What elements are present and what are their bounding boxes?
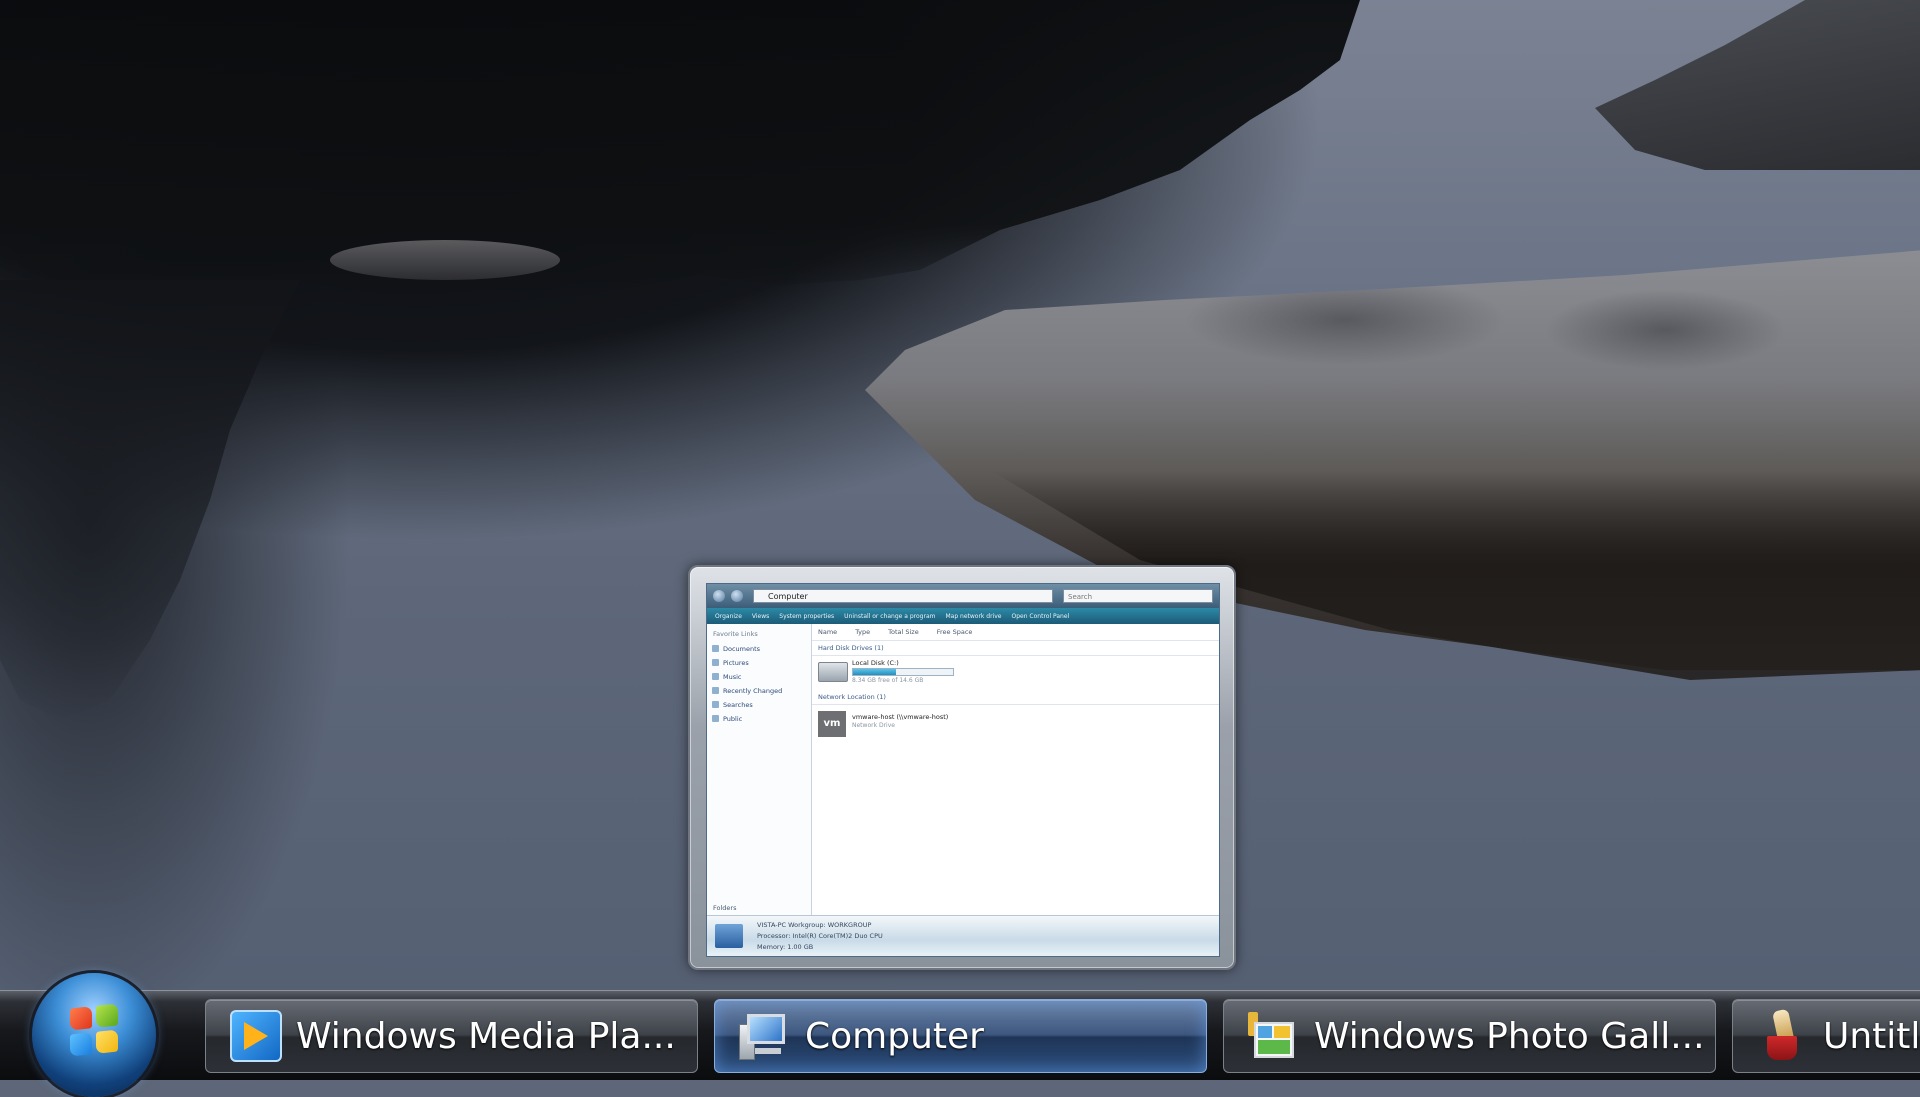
preview-column-header: Name bbox=[818, 628, 838, 636]
wallpaper-stone bbox=[330, 240, 560, 280]
preview-network-name: vmware-host (\\vmware-host) bbox=[852, 713, 949, 721]
taskbar-thumbnail-preview[interactable]: Computer Search Organize Views System pr… bbox=[688, 565, 1236, 970]
computer-icon bbox=[739, 1010, 791, 1062]
taskbar-button-paint[interactable]: Untitle bbox=[1732, 999, 1920, 1073]
preview-details-line: VISTA-PC Workgroup: WORKGROUP bbox=[757, 921, 872, 929]
preview-cmd: Views bbox=[751, 612, 770, 620]
hard-drive-icon bbox=[818, 662, 848, 682]
taskbar-button-label: Windows Media Pla... bbox=[296, 1015, 676, 1057]
preview-nav-item: Documents bbox=[707, 642, 811, 656]
preview-details-line: Processor: Intel(R) Core(TM)2 Duo CPU bbox=[757, 932, 883, 940]
preview-details-pane: VISTA-PC Workgroup: WORKGROUP Processor:… bbox=[707, 915, 1219, 956]
preview-content-pane: Name Type Total Size Free Space Hard Dis… bbox=[812, 624, 1219, 916]
taskbar-button-media-player[interactable]: Windows Media Pla... bbox=[205, 999, 698, 1073]
preview-cmd: Uninstall or change a program bbox=[844, 612, 936, 620]
preview-column-header: Total Size bbox=[888, 628, 919, 636]
preview-drive-free: 8.34 GB free of 14.6 GB bbox=[852, 677, 924, 684]
preview-address-bar: Computer bbox=[753, 589, 1053, 603]
photo-gallery-icon bbox=[1248, 1010, 1300, 1062]
windows-logo-icon bbox=[70, 1003, 118, 1057]
preview-cmd: System properties bbox=[779, 612, 835, 620]
taskbar-button-photo-gallery[interactable]: Windows Photo Gall... bbox=[1223, 999, 1716, 1073]
preview-column-headers: Name Type Total Size Free Space bbox=[812, 624, 1219, 641]
wallpaper-rock-small bbox=[1595, 0, 1920, 170]
desktop-wallpaper: Computer Search Organize Views System pr… bbox=[0, 0, 1920, 990]
preview-nav-item: Music bbox=[707, 670, 811, 684]
preview-nav-item: Searches bbox=[707, 698, 811, 712]
preview-column-header: Type bbox=[855, 628, 871, 636]
preview-section-header: Hard Disk Drives (1) bbox=[812, 641, 1219, 656]
preview-drive-item: Local Disk (C:) 8.34 GB free of 14.6 GB bbox=[812, 656, 1219, 690]
preview-command-bar: Organize Views System properties Uninsta… bbox=[707, 608, 1219, 624]
preview-drive-usage-bar bbox=[852, 668, 954, 676]
preview-titlebar: Computer Search bbox=[707, 584, 1219, 608]
preview-computer-window: Computer Search Organize Views System pr… bbox=[706, 583, 1220, 957]
preview-search-box: Search bbox=[1063, 589, 1213, 603]
taskbar: Windows Media Pla... Computer Windows Ph… bbox=[0, 973, 1920, 1097]
preview-nav-item: Pictures bbox=[707, 656, 811, 670]
preview-cmd: Organize bbox=[715, 612, 742, 620]
taskbar-button-label: Untitle bbox=[1823, 1015, 1920, 1057]
preview-drive-name: Local Disk (C:) bbox=[852, 659, 899, 667]
paint-icon bbox=[1757, 1008, 1809, 1062]
forward-arrow-icon bbox=[731, 590, 743, 602]
computer-icon bbox=[715, 924, 743, 948]
preview-navigation-pane: Favorite Links Documents Pictures Music … bbox=[707, 624, 812, 916]
media-player-icon bbox=[230, 1010, 282, 1062]
preview-details-line: Memory: 1.00 GB bbox=[757, 943, 814, 951]
preview-nav-item: Recently Changed bbox=[707, 684, 811, 698]
wallpaper-reed-reflection bbox=[0, 280, 300, 720]
taskbar-button-computer[interactable]: Computer bbox=[714, 999, 1207, 1073]
preview-network-item: vm vmware-host (\\vmware-host) Network D… bbox=[812, 705, 1219, 739]
preview-cmd: Map network drive bbox=[945, 612, 1002, 620]
preview-drive-usage-fill bbox=[853, 669, 896, 675]
preview-column-header: Free Space bbox=[936, 628, 973, 636]
preview-network-sub: Network Drive bbox=[852, 722, 895, 729]
start-button[interactable] bbox=[32, 973, 156, 1097]
preview-nav-header: Favorite Links bbox=[713, 630, 758, 638]
preview-cmd: Open Control Panel bbox=[1011, 612, 1070, 620]
preview-section-header: Network Location (1) bbox=[812, 690, 1219, 705]
taskbar-button-label: Computer bbox=[805, 1015, 984, 1057]
taskbar-button-label: Windows Photo Gall... bbox=[1314, 1015, 1705, 1057]
preview-nav-item: Public bbox=[707, 712, 811, 726]
back-arrow-icon bbox=[713, 590, 725, 602]
preview-nav-folders: Folders bbox=[713, 904, 737, 912]
vmware-icon: vm bbox=[818, 711, 846, 737]
wallpaper-reeds bbox=[0, 0, 1360, 300]
